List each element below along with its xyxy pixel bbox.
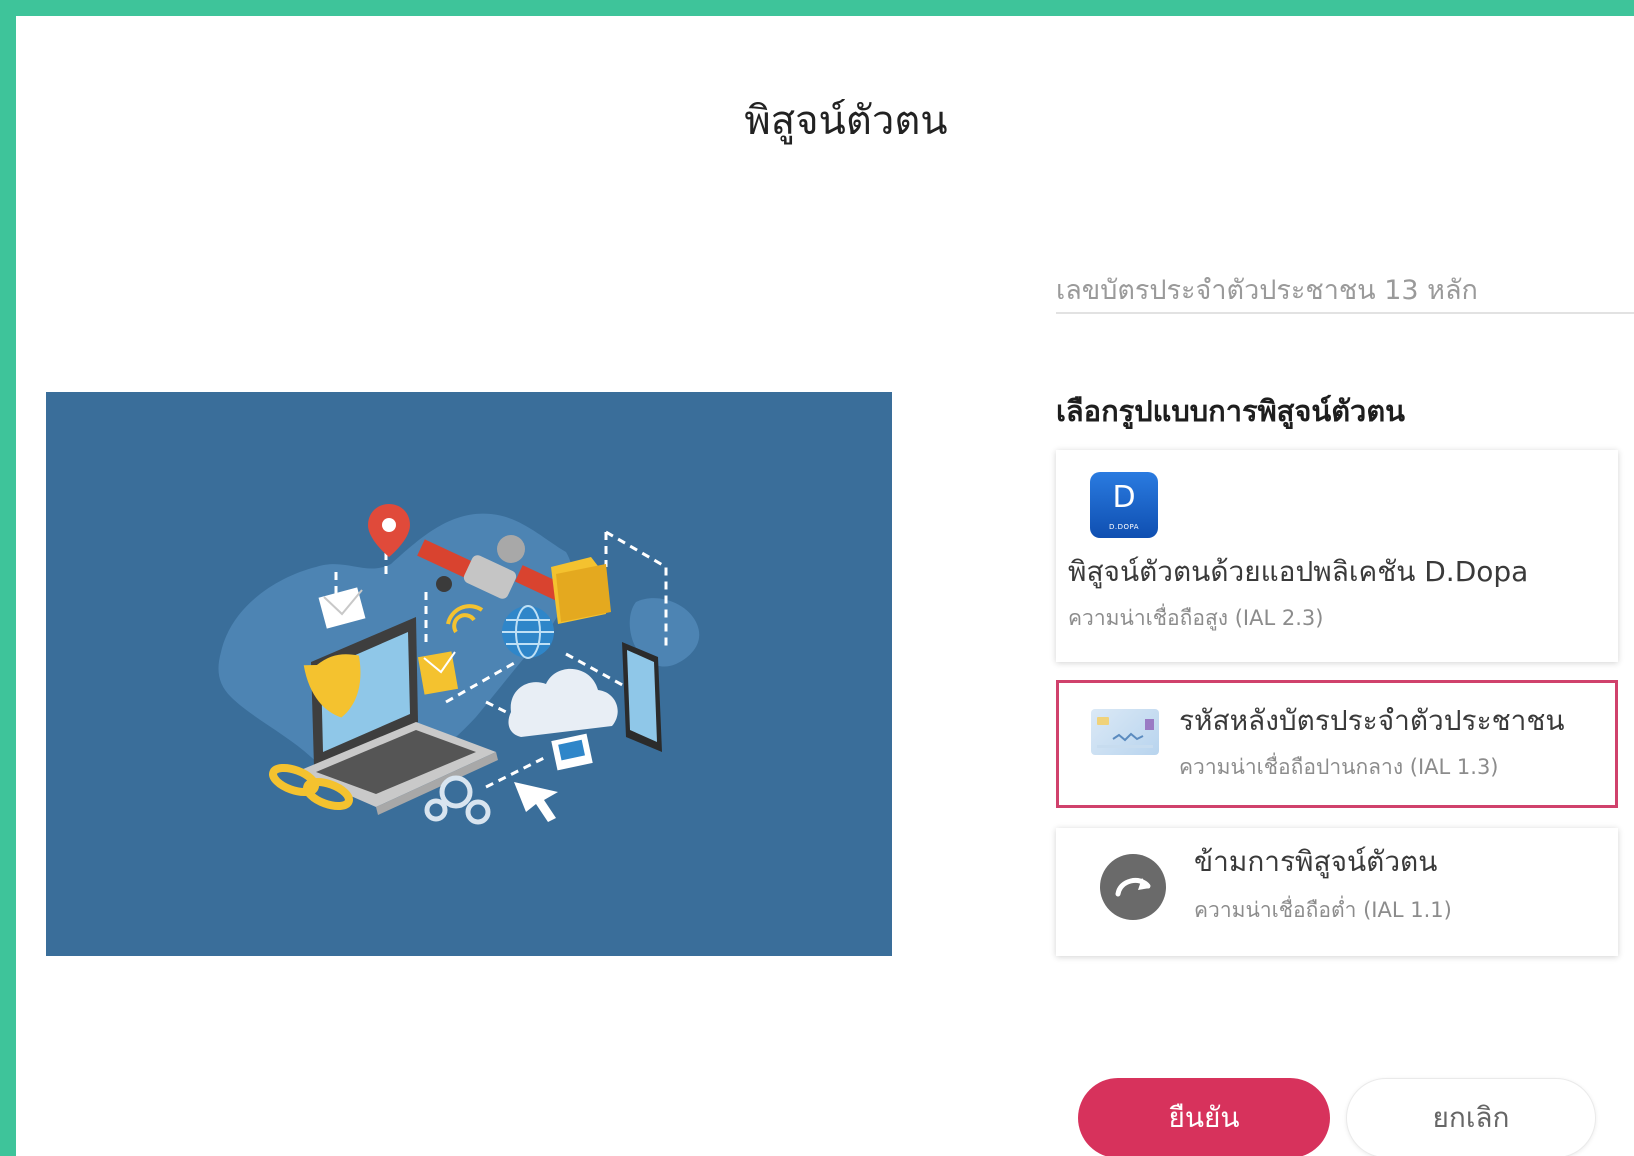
location-pin-icon [368,504,410,557]
method-section-label: เลือกรูปแบบการพิสูจน์ตัวตน [1056,394,1405,428]
network-devices-illustration [218,504,700,825]
citizen-id-field[interactable] [1056,268,1634,314]
cursor-icon [514,782,558,822]
page-title: พิสูจน์ตัวตน [744,98,948,144]
option-subtitle: ความน่าเชื่อถือสูง (IAL 2.3) [1068,606,1324,630]
skip-arrow-icon [1100,854,1166,920]
image-card-icon [551,733,593,771]
option-subtitle: ความน่าเชื่อถือต่ำ (IAL 1.1) [1194,898,1452,922]
mail-icon [417,651,459,695]
illustration-image [46,392,892,956]
option-d-dopa-app[interactable]: D D.DOPA พิสูจน์ตัวตนด้วยแอปพลิเคชัน D.D… [1056,450,1618,662]
option-title: รหัสหลังบัตรประจำตัวประชาชน [1179,704,1565,737]
option-title: พิสูจน์ตัวตนด้วยแอปพลิเคชัน D.Dopa [1068,555,1529,588]
id-card-icon [1091,709,1159,755]
d-dopa-icon-caption: D.DOPA [1108,523,1140,531]
globe-icon [502,605,554,659]
cloud-icon [508,668,618,737]
citizen-id-input[interactable] [1056,268,1634,312]
option-subtitle: ความน่าเชื่อถือปานกลาง (IAL 1.3) [1179,755,1499,779]
confirm-button[interactable]: ยืนยัน [1078,1078,1330,1156]
option-skip-verification[interactable]: ข้ามการพิสูจน์ตัวตน ความน่าเชื่อถือต่ำ (… [1056,828,1618,956]
identity-verification-panel: พิสูจน์ตัวตน เลขบัตรประจำตัวประชาชน 13 ห… [16,16,1634,1156]
cancel-button[interactable]: ยกเลิก [1346,1078,1596,1156]
id-card-graphic [1097,717,1154,748]
d-dopa-app-icon: D D.DOPA [1090,472,1158,538]
skip-arrow-graphic [1115,877,1151,897]
d-dopa-icon-letter: D [1112,480,1136,515]
option-title: ข้ามการพิสูจน์ตัวตน [1194,845,1438,878]
tablet-icon [622,642,662,752]
folder-icon [551,557,611,624]
option-id-card-back-code[interactable]: รหัสหลังบัตรประจำตัวประชาชน ความน่าเชื่อ… [1056,680,1618,808]
